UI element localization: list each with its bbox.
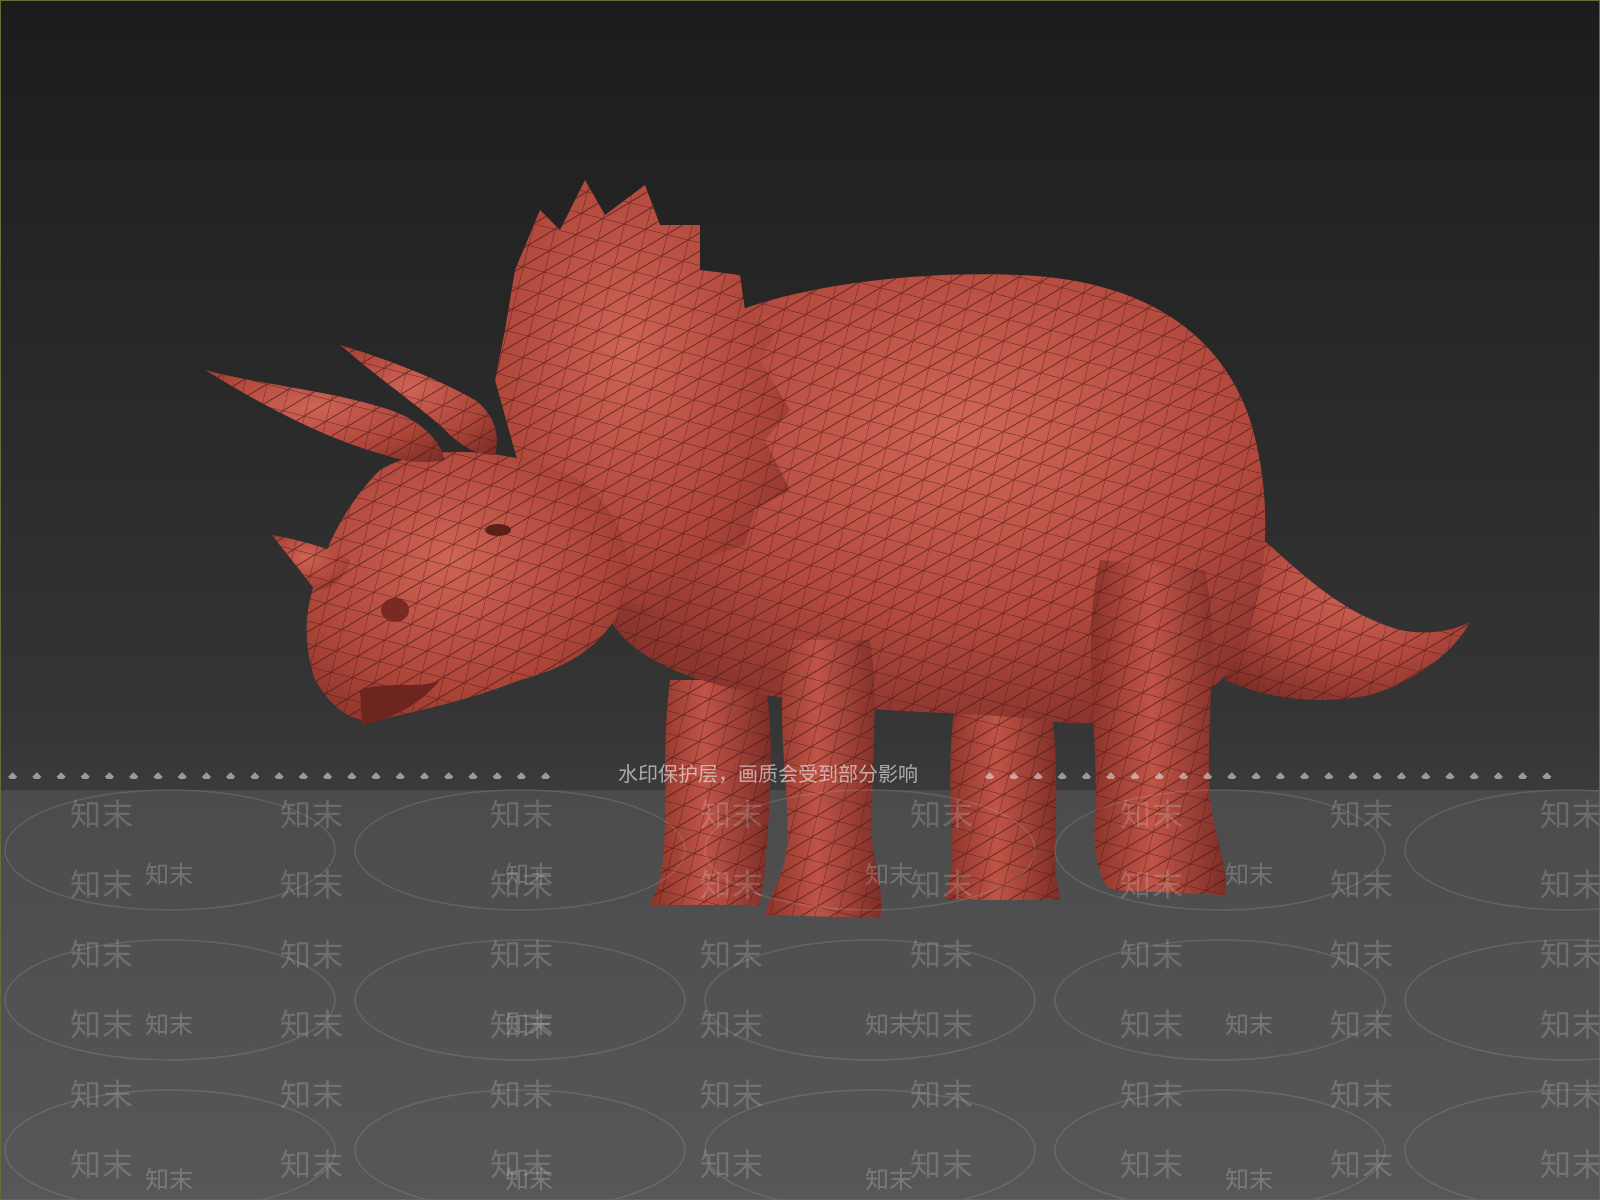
- 3d-viewport: ◆◆◆◆◆◆◆◆◆◆◆◆◆◆◆◆◆◆◆◆◆◆◆ 水印保护层，画质会受到部分影响 …: [0, 0, 1600, 1200]
- triceratops-model: [205, 180, 1470, 918]
- head: [306, 451, 628, 725]
